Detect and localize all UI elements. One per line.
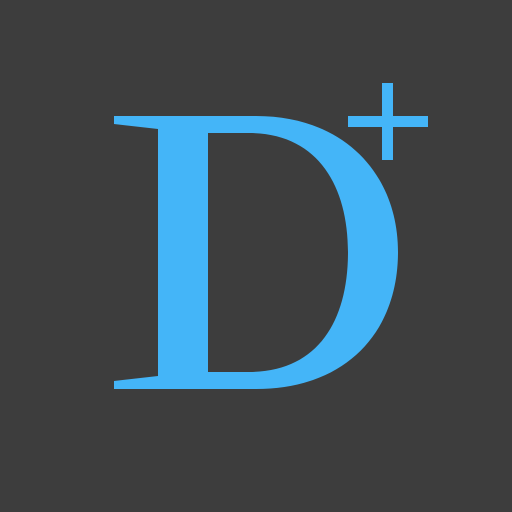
app-icon <box>0 0 512 512</box>
d-plus-logo <box>114 83 428 389</box>
letter-d-glyph <box>114 116 398 389</box>
plus-icon <box>348 83 428 160</box>
